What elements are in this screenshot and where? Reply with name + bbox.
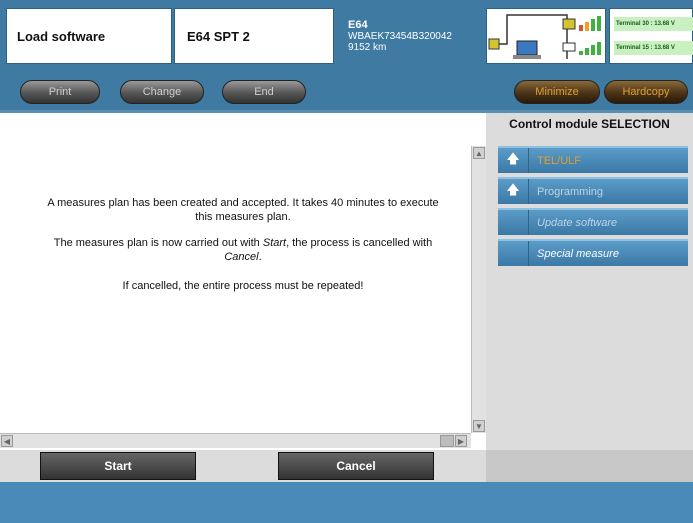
model-code: E64 SPT 2 bbox=[187, 28, 250, 44]
vehicle-series: E64 bbox=[348, 19, 368, 31]
blank-icon bbox=[498, 210, 529, 235]
connection-diagram-icon bbox=[488, 14, 601, 59]
module-item-tel-ulf[interactable]: 🡅 TEL/ULF bbox=[498, 146, 688, 173]
up-arrow-icon: 🡅 bbox=[498, 148, 529, 173]
scroll-down-icon[interactable]: ▼ bbox=[473, 420, 485, 432]
terminal-15-voltage: Terminal 15 : 13.68 V bbox=[614, 41, 693, 55]
horizontal-scrollbar[interactable]: ◀ ▶ bbox=[0, 433, 471, 448]
vertical-scrollbar[interactable]: ▲ ▼ bbox=[471, 146, 486, 433]
scroll-thumb[interactable] bbox=[440, 435, 454, 447]
blank-icon bbox=[498, 241, 529, 266]
hardcopy-button[interactable]: Hardcopy bbox=[604, 80, 688, 104]
cancel-button[interactable]: Cancel bbox=[278, 452, 434, 480]
start-button[interactable]: Start bbox=[40, 452, 196, 480]
end-button[interactable]: End bbox=[222, 80, 306, 104]
vehicle-info-box: E64 WBAEK73454B320042 9152 km bbox=[336, 8, 484, 64]
scroll-up-icon[interactable]: ▲ bbox=[473, 147, 485, 159]
scroll-right-icon[interactable]: ▶ bbox=[455, 435, 467, 447]
terminal-30-voltage: Terminal 30 : 13.68 V bbox=[614, 17, 693, 31]
connection-diagram bbox=[486, 8, 606, 64]
message-line-3: If cancelled, the entire process must be… bbox=[122, 280, 364, 292]
vehicle-mileage: 9152 km bbox=[348, 42, 387, 53]
print-button[interactable]: Print bbox=[20, 80, 100, 104]
module-item-programming[interactable]: 🡅 Programming bbox=[498, 177, 688, 204]
action-bar-right bbox=[486, 450, 693, 482]
module-item-special-measure[interactable]: Special measure bbox=[498, 239, 688, 266]
message-line-2: The measures plan is now carried out wit… bbox=[53, 237, 433, 263]
change-button[interactable]: Change bbox=[120, 80, 204, 104]
status-footer bbox=[0, 482, 693, 523]
up-arrow-icon: 🡅 bbox=[498, 179, 529, 204]
scroll-left-icon[interactable]: ◀ bbox=[1, 435, 13, 447]
terminal-voltage-box: Terminal 30 : 13.68 V Terminal 15 : 13.6… bbox=[609, 8, 693, 64]
vehicle-vin: WBAEK73454B320042 bbox=[348, 31, 452, 42]
minimize-button[interactable]: Minimize bbox=[514, 80, 600, 104]
control-module-title: Control module SELECTION bbox=[509, 117, 670, 131]
function-title: Load software bbox=[17, 28, 106, 44]
module-item-update-software[interactable]: Update software bbox=[498, 208, 688, 235]
function-title-box: Load software bbox=[6, 8, 172, 64]
message-line-1: A measures plan has been created and acc… bbox=[47, 197, 439, 223]
model-code-box: E64 SPT 2 bbox=[174, 8, 334, 64]
